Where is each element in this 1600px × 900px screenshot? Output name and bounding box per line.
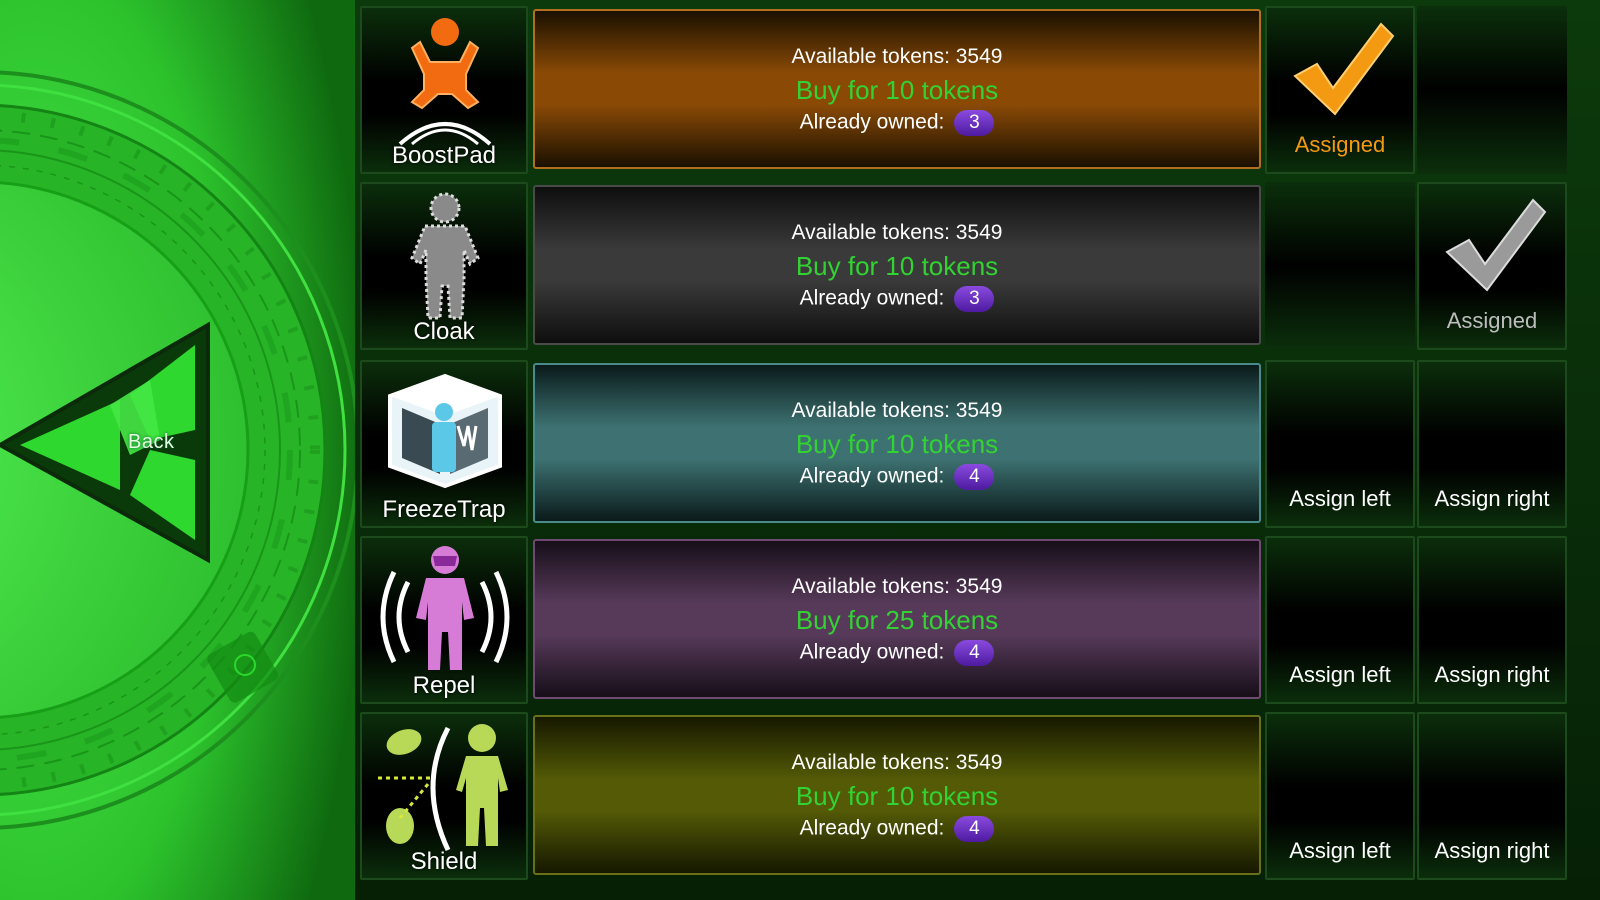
owned-count-row: Already owned: 4: [535, 464, 1259, 490]
assign-right-slot[interactable]: Assign right: [1417, 712, 1567, 880]
item-name: BoostPad: [391, 142, 497, 169]
purchase-panel[interactable]: Available tokens: 3549 Buy for 10 tokens…: [533, 363, 1261, 523]
purchase-panel[interactable]: Available tokens: 3549 Buy for 25 tokens…: [533, 539, 1261, 699]
assign-left-slot[interactable]: Assign left: [1265, 712, 1415, 880]
assign-right-label: Assigned: [1446, 308, 1538, 333]
purchase-panel[interactable]: Available tokens: 3549 Buy for 10 tokens…: [533, 9, 1261, 169]
owned-count-row: Already owned: 3: [535, 286, 1259, 312]
assign-left-label: Assign left: [1289, 662, 1391, 687]
assign-left-slot[interactable]: Assigned: [1265, 6, 1415, 174]
cloak-icon: [410, 192, 480, 320]
buy-button[interactable]: Buy for 10 tokens: [535, 781, 1259, 812]
available-tokens: Available tokens: 3549: [791, 399, 1003, 422]
repel-icon: [380, 546, 510, 670]
assign-left-label: Assign left: [1289, 838, 1391, 863]
owned-count-badge: 4: [954, 816, 995, 842]
owned-label: Already owned:: [799, 110, 945, 134]
owned-label: Already owned:: [799, 464, 945, 488]
purchase-panel[interactable]: Available tokens: 3549 Buy for 10 tokens…: [533, 185, 1261, 345]
buy-button[interactable]: Buy for 10 tokens: [535, 251, 1259, 282]
owned-count-row: Already owned: 3: [535, 110, 1259, 136]
item-name: Shield: [410, 848, 478, 875]
purchase-panel[interactable]: Available tokens: 3549 Buy for 10 tokens…: [533, 715, 1261, 875]
assign-right-label: Assign right: [1434, 486, 1550, 511]
back-wheel-panel: Back: [0, 0, 365, 900]
assign-left-slot[interactable]: [1265, 182, 1415, 350]
shield-icon: [378, 724, 508, 852]
available-tokens: Available tokens: 3549: [791, 45, 1003, 68]
owned-count-row: Already owned: 4: [535, 640, 1259, 666]
assign-right-slot[interactable]: Assigned: [1417, 182, 1567, 350]
assign-left-slot[interactable]: Assign left: [1265, 536, 1415, 704]
item-row-freezetrap: FreezeTrap Available tokens: 3549 Buy fo…: [355, 360, 1600, 532]
item-tile-repel[interactable]: Repel: [360, 536, 528, 704]
item-row-shield: Shield Available tokens: 3549 Buy for 10…: [355, 712, 1600, 884]
owned-label: Already owned:: [799, 286, 945, 310]
owned-count-badge: 3: [954, 110, 995, 136]
assign-left-label: Assigned: [1294, 132, 1386, 157]
item-tile-freezetrap[interactable]: FreezeTrap: [360, 360, 528, 528]
owned-count-badge: 3: [954, 286, 995, 312]
freezetrap-icon: [388, 373, 502, 489]
item-tile-shield[interactable]: Shield: [360, 712, 528, 880]
buy-button[interactable]: Buy for 10 tokens: [535, 75, 1259, 106]
item-name: Cloak: [413, 318, 475, 345]
boostpad-icon: [398, 18, 492, 146]
item-tile-cloak[interactable]: Cloak: [360, 182, 528, 350]
check-icon: [1445, 198, 1547, 292]
assign-right-slot[interactable]: Assign right: [1417, 360, 1567, 528]
item-row-cloak: Cloak Available tokens: 3549 Buy for 10 …: [355, 182, 1600, 354]
owned-label: Already owned:: [799, 640, 945, 664]
check-icon: [1293, 22, 1395, 116]
available-tokens: Available tokens: 3549: [791, 575, 1003, 598]
assign-left-slot[interactable]: Assign left: [1265, 360, 1415, 528]
item-name: FreezeTrap: [382, 496, 506, 523]
available-tokens: Available tokens: 3549: [791, 751, 1003, 774]
item-name: Repel: [412, 672, 476, 699]
buy-button[interactable]: Buy for 10 tokens: [535, 429, 1259, 460]
buy-button[interactable]: Buy for 25 tokens: [535, 605, 1259, 636]
owned-label: Already owned:: [799, 816, 945, 840]
owned-count-badge: 4: [954, 640, 995, 666]
item-row-boostpad: BoostPad Available tokens: 3549 Buy for …: [355, 6, 1600, 178]
item-row-repel: Repel Available tokens: 3549 Buy for 25 …: [355, 536, 1600, 708]
owned-count-badge: 4: [954, 464, 995, 490]
item-tile-boostpad[interactable]: BoostPad: [360, 6, 528, 174]
assign-right-slot[interactable]: Assign right: [1417, 536, 1567, 704]
assign-right-label: Assign right: [1434, 662, 1550, 687]
available-tokens: Available tokens: 3549: [791, 221, 1003, 244]
assign-right-slot[interactable]: [1417, 6, 1567, 174]
back-button[interactable]: Back: [128, 431, 188, 454]
owned-count-row: Already owned: 4: [535, 816, 1259, 842]
assign-right-label: Assign right: [1434, 838, 1550, 863]
assign-left-label: Assign left: [1289, 486, 1391, 511]
item-store-list: BoostPad Available tokens: 3549 Buy for …: [355, 0, 1600, 900]
